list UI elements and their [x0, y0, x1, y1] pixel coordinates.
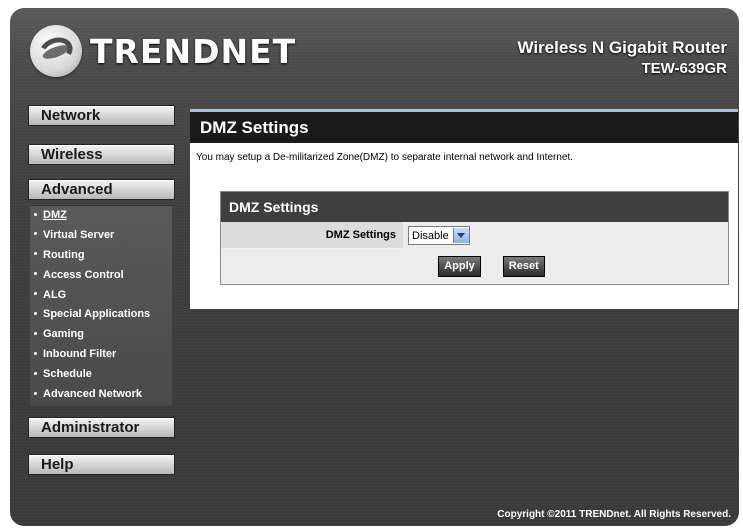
nav-help[interactable]: Help	[28, 454, 175, 475]
submenu-item-access-control[interactable]: Access Control	[30, 266, 172, 286]
nav-advanced[interactable]: Advanced	[28, 179, 175, 200]
nav-network[interactable]: Network	[28, 105, 175, 126]
dmz-settings-row: DMZ Settings Disable	[221, 222, 728, 249]
submenu-item-virtual-server[interactable]: Virtual Server	[30, 226, 172, 246]
submenu-item-inbound-filter[interactable]: Inbound Filter	[30, 345, 172, 365]
nav-wireless[interactable]: Wireless	[28, 144, 175, 165]
product-name: Wireless N Gigabit Router	[517, 38, 727, 57]
chevron-down-icon[interactable]	[452, 228, 469, 243]
dmz-settings-value: Disable	[412, 229, 449, 242]
submenu-item-gaming[interactable]: Gaming	[30, 325, 172, 345]
reset-button[interactable]: Reset	[502, 255, 545, 277]
submenu-item-schedule[interactable]: Schedule	[30, 365, 172, 385]
page-title: DMZ Settings	[190, 109, 738, 143]
dmz-panel: DMZ Settings You may setup a De-militari…	[190, 109, 738, 309]
dmz-settings-select[interactable]: Disable	[408, 226, 470, 245]
button-row: Apply Reset	[221, 249, 728, 283]
brand-name: TRENDNET	[90, 31, 297, 71]
router-frame: TRENDNET Wireless N Gigabit Router TEW-6…	[10, 8, 739, 526]
advanced-submenu: DMZ Virtual Server Routing Access Contro…	[30, 205, 172, 406]
submenu-item-advanced-network[interactable]: Advanced Network	[30, 385, 172, 405]
product-info: Wireless N Gigabit Router TEW-639GR	[517, 38, 727, 77]
product-model: TEW-639GR	[641, 60, 727, 77]
nav-administrator[interactable]: Administrator	[28, 417, 175, 438]
apply-button[interactable]: Apply	[438, 255, 481, 277]
trendnet-logo-icon	[30, 25, 82, 77]
submenu-item-dmz[interactable]: DMZ	[30, 206, 172, 226]
page-description: You may setup a De-militarized Zone(DMZ)…	[196, 152, 574, 163]
section-title: DMZ Settings	[221, 192, 728, 222]
trendnet-logo: TRENDNET	[30, 25, 296, 77]
dmz-settings-label: DMZ Settings	[221, 222, 403, 249]
dmz-settings-box: DMZ Settings DMZ Settings Disable Apply …	[220, 191, 729, 285]
submenu-item-special-applications[interactable]: Special Applications	[30, 305, 172, 325]
submenu-item-routing[interactable]: Routing	[30, 246, 172, 266]
submenu-item-alg[interactable]: ALG	[30, 286, 172, 306]
copyright-text: Copyright ©2011 TRENDnet. All Rights Res…	[497, 509, 731, 520]
